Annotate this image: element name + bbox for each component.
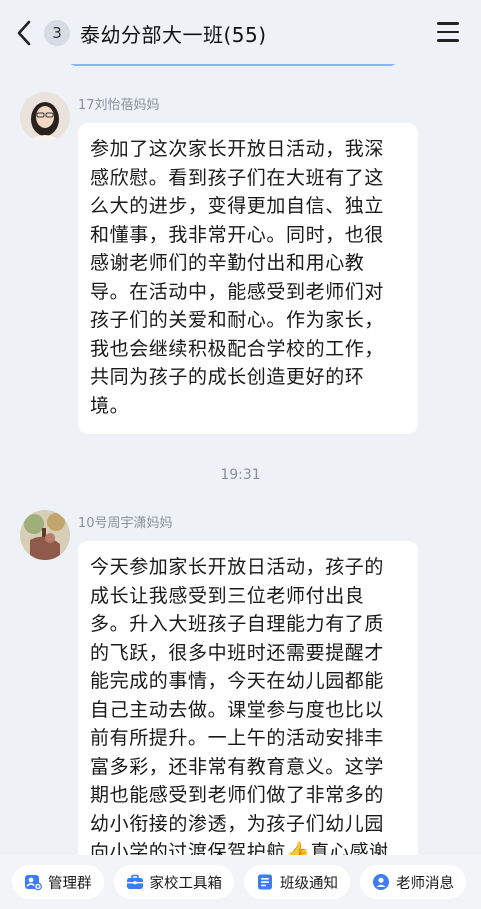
message-timestamp: 19:31 [220, 467, 261, 483]
notice-icon [258, 874, 272, 890]
sender-name: 17刘怡蓓妈妈 [78, 98, 160, 113]
toolbox-button[interactable]: 家校工具箱 [113, 865, 234, 899]
manage-group-label: 管理群 [48, 875, 92, 892]
sender-name: 10号周宇潇妈妈 [78, 516, 173, 531]
chat-title: 泰幼分部大一班(55) [80, 23, 267, 47]
class-notice-button[interactable]: 班级通知 [244, 865, 350, 899]
teacher-message-button[interactable]: 老师消息 [360, 865, 466, 899]
message-bubble[interactable]: 参加了这次家长开放日活动，我深感欣慰。看到孩子们在大班有了这么大的进步，变得更加… [78, 123, 418, 434]
manage-group-button[interactable]: 管理群 [12, 865, 104, 899]
avatar[interactable] [20, 92, 70, 142]
hamburger-icon [437, 22, 459, 25]
teacher-message-icon [373, 874, 389, 890]
toolbox-label: 家校工具箱 [149, 875, 223, 892]
menu-button[interactable] [437, 22, 459, 42]
chevron-left-icon [17, 20, 31, 46]
user-photo-icon [20, 92, 70, 142]
unread-count-badge: 3 [44, 20, 70, 46]
user-photo-icon [20, 510, 70, 560]
avatar[interactable] [20, 510, 70, 560]
bottom-toolbar: 管理群 家校工具箱 班级通知 老师消息 [0, 855, 481, 909]
teacher-message-label: 老师消息 [396, 875, 454, 892]
back-button[interactable] [12, 18, 38, 48]
manage-group-icon [25, 875, 42, 891]
class-notice-label: 班级通知 [280, 875, 338, 892]
chat-header: 3 泰幼分部大一班(55) [0, 0, 481, 64]
message-bubble[interactable]: 今天参加家长开放日活动，孩子的成长让我感受到三位老师付出良多。升入大班孩子自理能… [78, 541, 418, 881]
toolbox-icon [126, 874, 143, 889]
chat-screen: 3 泰幼分部大一班(55) 17刘怡蓓妈妈 参加了这次家长开放日活动，我深感欣慰… [0, 0, 481, 909]
